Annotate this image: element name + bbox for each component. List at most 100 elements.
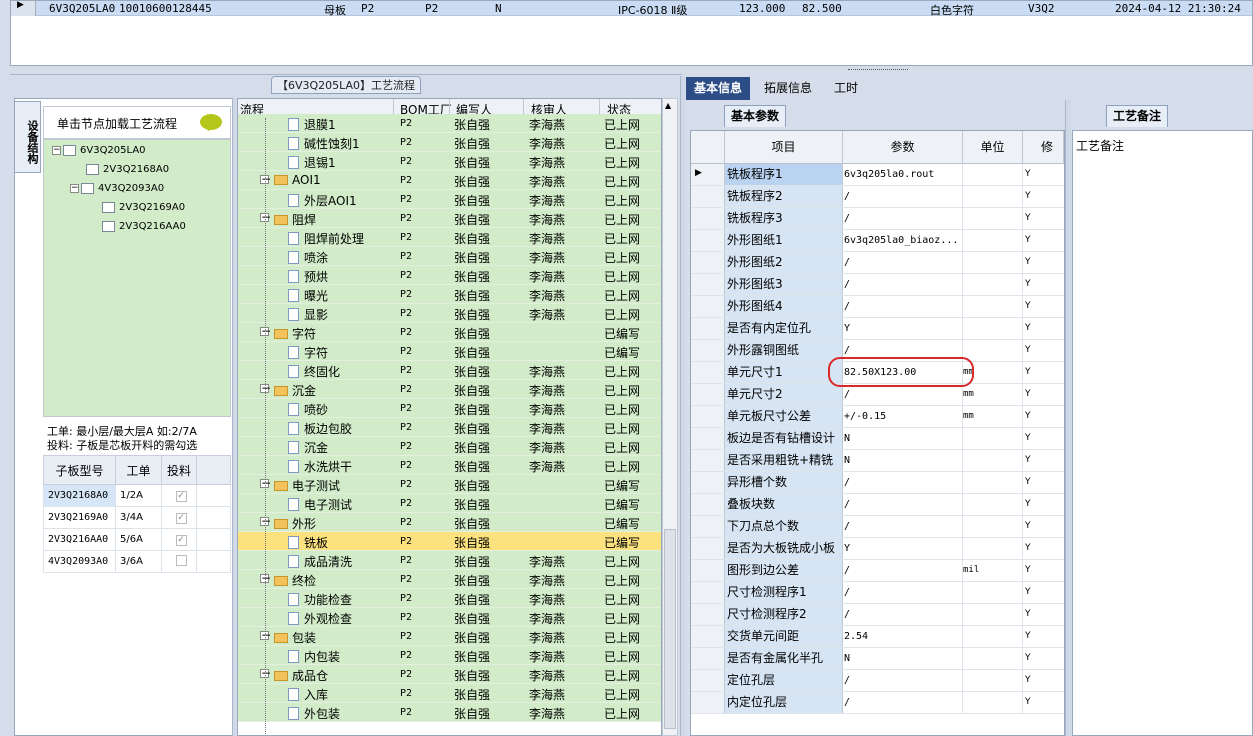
param-modify[interactable]: Y bbox=[1023, 428, 1064, 449]
param-modify[interactable]: Y bbox=[1023, 186, 1064, 207]
param-modify[interactable]: Y bbox=[1023, 494, 1064, 515]
tab-work-hours[interactable]: 工时 bbox=[826, 77, 866, 100]
param-modify[interactable]: Y bbox=[1023, 604, 1064, 625]
param-value[interactable]: Y bbox=[843, 538, 963, 559]
param-value[interactable]: / bbox=[843, 604, 963, 625]
param-value[interactable]: Y bbox=[843, 318, 963, 339]
param-value[interactable]: 2.54 bbox=[843, 626, 963, 647]
flow-group-row[interactable]: 终检 − P2 张自强 李海燕 已上网 bbox=[238, 570, 661, 589]
param-row[interactable]: 铣板程序2/ Y bbox=[691, 186, 1064, 208]
param-unit[interactable] bbox=[963, 582, 1023, 603]
param-unit[interactable] bbox=[963, 252, 1023, 273]
flow-step-row[interactable]: 预烘 P2 张自强 李海燕 已上网 bbox=[238, 266, 661, 285]
flow-group-row[interactable]: 成品仓 − P2 张自强 李海燕 已上网 bbox=[238, 665, 661, 684]
collapse-icon[interactable]: − bbox=[52, 145, 61, 155]
vertical-splitter[interactable] bbox=[1065, 100, 1071, 736]
param-value[interactable]: / bbox=[843, 274, 963, 295]
param-unit[interactable] bbox=[963, 164, 1023, 185]
flow-group-row[interactable]: 字符 − P2 张自强 已编写 bbox=[238, 323, 661, 342]
param-row[interactable]: 交货单元间距 2.54 Y bbox=[691, 626, 1064, 648]
param-modify[interactable]: Y bbox=[1023, 230, 1064, 251]
cell-order[interactable]: 5/6A bbox=[115, 528, 162, 551]
param-modify[interactable]: Y bbox=[1023, 208, 1064, 229]
param-value[interactable]: / bbox=[843, 186, 963, 207]
param-modify[interactable]: Y bbox=[1023, 384, 1064, 405]
tab-extended-info[interactable]: 拓展信息 bbox=[756, 77, 820, 100]
param-value[interactable]: / bbox=[843, 472, 963, 493]
param-unit[interactable] bbox=[963, 648, 1023, 669]
flow-step-row[interactable]: 水洗烘干 P2 张自强 李海燕 已上网 bbox=[238, 456, 661, 475]
param-unit[interactable] bbox=[963, 186, 1023, 207]
flow-step-row[interactable]: 碱性蚀刻1 P2 张自强 李海燕 已上网 bbox=[238, 133, 661, 152]
param-value[interactable]: N bbox=[843, 648, 963, 669]
row-indicator[interactable] bbox=[691, 362, 725, 383]
param-unit[interactable] bbox=[963, 340, 1023, 361]
table-row[interactable]: 2V3Q2169A0 3/4A ✓ bbox=[43, 506, 231, 529]
cell-order[interactable]: 3/4A bbox=[115, 506, 162, 529]
param-value[interactable]: N bbox=[843, 428, 963, 449]
param-unit[interactable] bbox=[963, 274, 1023, 295]
param-modify[interactable]: Y bbox=[1023, 648, 1064, 669]
row-indicator[interactable] bbox=[691, 560, 725, 581]
param-row[interactable]: 外形图纸3/ Y bbox=[691, 274, 1064, 296]
col-feed[interactable]: 投料 bbox=[161, 455, 197, 485]
row-indicator[interactable]: ▶ bbox=[691, 164, 725, 185]
row-indicator[interactable] bbox=[691, 186, 725, 207]
param-modify[interactable]: Y bbox=[1023, 670, 1064, 691]
param-row[interactable]: 是否有金属化半孔 N Y bbox=[691, 648, 1064, 670]
param-unit[interactable]: mm bbox=[963, 406, 1023, 427]
param-row[interactable]: 是否有内定位孔 Y Y bbox=[691, 318, 1064, 340]
col-unit[interactable]: 单位 bbox=[963, 131, 1023, 164]
flow-group-row[interactable]: 外形 − P2 张自强 已编写 bbox=[238, 513, 661, 532]
param-unit[interactable] bbox=[963, 692, 1023, 713]
param-value[interactable]: 6v3q205la0_biaoz... bbox=[843, 230, 963, 251]
param-modify[interactable]: Y bbox=[1023, 340, 1064, 361]
param-row[interactable]: 铣板程序3/ Y bbox=[691, 208, 1064, 230]
tree-checkbox[interactable] bbox=[86, 163, 99, 175]
param-modify[interactable]: Y bbox=[1023, 274, 1064, 295]
row-indicator[interactable] bbox=[691, 538, 725, 559]
param-value[interactable]: / bbox=[843, 384, 963, 405]
param-row[interactable]: ▶ 铣板程序1 6v3q205la0.rout Y bbox=[691, 164, 1064, 186]
row-indicator[interactable] bbox=[691, 604, 725, 625]
param-unit[interactable] bbox=[963, 296, 1023, 317]
flow-step-row[interactable]: 内包装 P2 张自强 李海燕 已上网 bbox=[238, 646, 661, 665]
table-row[interactable]: 2V3Q2168A0 1/2A ✓ bbox=[43, 484, 231, 507]
col-param[interactable]: 参数 bbox=[843, 131, 963, 164]
flow-step-row[interactable]: 曝光 P2 张自强 李海燕 已上网 bbox=[238, 285, 661, 304]
param-modify[interactable]: Y bbox=[1023, 362, 1064, 383]
feed-checkbox[interactable]: ✓ bbox=[175, 512, 187, 524]
param-row[interactable]: 外形图纸1 6v3q205la0_biaoz... Y bbox=[691, 230, 1064, 252]
flow-step-row[interactable]: 字符 P2 张自强 已编写 bbox=[238, 342, 661, 361]
row-indicator[interactable] bbox=[691, 230, 725, 251]
param-unit[interactable]: mil bbox=[963, 560, 1023, 581]
param-row[interactable]: 叠板块数 / Y bbox=[691, 494, 1064, 516]
param-value[interactable]: / bbox=[843, 582, 963, 603]
tab-basic-info[interactable]: 基本信息 bbox=[686, 77, 751, 100]
tree-node[interactable]: 2V3Q2169A0 bbox=[102, 200, 185, 216]
flow-group-row[interactable]: 包装 − P2 张自强 李海燕 已上网 bbox=[238, 627, 661, 646]
row-indicator[interactable] bbox=[691, 692, 725, 713]
feed-checkbox[interactable]: ✓ bbox=[175, 534, 187, 546]
param-unit[interactable] bbox=[963, 230, 1023, 251]
flow-step-row[interactable]: 退膜1 P2 张自强 李海燕 已上网 bbox=[238, 114, 661, 133]
row-indicator[interactable] bbox=[691, 208, 725, 229]
param-row[interactable]: 外形图纸4/ Y bbox=[691, 296, 1064, 318]
flow-group-row[interactable]: 沉金 − P2 张自强 李海燕 已上网 bbox=[238, 380, 661, 399]
param-row[interactable]: 异形槽个数 / Y bbox=[691, 472, 1064, 494]
cell-order[interactable]: 1/2A bbox=[115, 484, 162, 507]
vertical-splitter[interactable] bbox=[232, 98, 236, 736]
flow-step-row[interactable]: 终固化 P2 张自强 李海燕 已上网 bbox=[238, 361, 661, 380]
tree-checkbox[interactable] bbox=[102, 201, 115, 213]
top-grid-row[interactable]: ▶ 6V3Q205LA0 10010600128445 母板 P2 P2 N I… bbox=[11, 0, 1252, 17]
row-indicator[interactable] bbox=[691, 670, 725, 691]
flow-step-row[interactable]: 电子测试 P2 张自强 已编写 bbox=[238, 494, 661, 513]
param-unit[interactable] bbox=[963, 494, 1023, 515]
param-unit[interactable] bbox=[963, 604, 1023, 625]
param-unit[interactable] bbox=[963, 538, 1023, 559]
flow-step-row[interactable]: 外包装 P2 张自强 李海燕 已上网 bbox=[238, 703, 661, 722]
param-modify[interactable]: Y bbox=[1023, 450, 1064, 471]
scroll-up-icon[interactable]: ▲ bbox=[665, 101, 671, 110]
flow-scrollbar[interactable]: ▲ bbox=[662, 98, 678, 736]
flow-group-row[interactable]: 阻焊 − P2 张自强 李海燕 已上网 bbox=[238, 209, 661, 228]
